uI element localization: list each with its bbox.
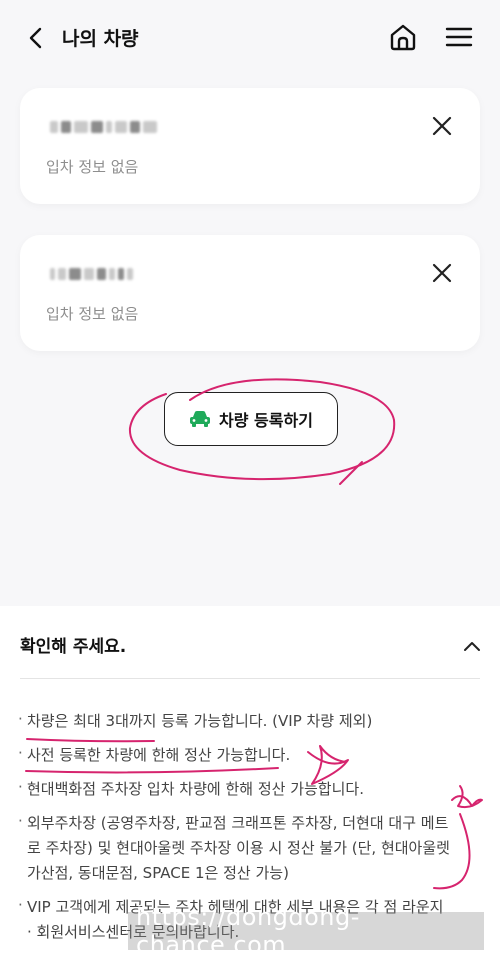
- back-button[interactable]: [20, 22, 52, 54]
- close-icon: [432, 263, 452, 283]
- page-title: 나의 차량: [62, 28, 139, 50]
- license-plate-blurred: [50, 116, 180, 138]
- home-icon: [390, 24, 416, 51]
- car-icon: [190, 411, 211, 427]
- vehicle-card[interactable]: 입차 정보 없음: [20, 235, 480, 351]
- hamburger-icon: [445, 27, 473, 47]
- vehicle-section: 나의 차량 입차 정보 없음 입차 정보 없음 차량 등록하기: [0, 0, 500, 598]
- notice-item: 차량은 최대 3대까지 등록 가능합니다. (VIP 차량 제외): [18, 707, 450, 734]
- delete-vehicle-button[interactable]: [430, 114, 454, 138]
- register-vehicle-label: 차량 등록하기: [219, 411, 313, 430]
- notice-item: 현대백화점 주차장 입차 차량에 한해 정산 가능합니다.: [18, 775, 450, 802]
- chevron-left-icon: [29, 27, 42, 49]
- menu-button[interactable]: [442, 20, 476, 54]
- register-vehicle-button[interactable]: 차량 등록하기: [164, 392, 338, 446]
- close-icon: [432, 116, 452, 136]
- watermark: https://dongdong-chance.com: [128, 903, 484, 959]
- chevron-up-icon: [464, 642, 480, 651]
- notice-toggle-button[interactable]: [460, 634, 484, 658]
- divider: [20, 678, 480, 679]
- vehicle-status: 입차 정보 없음: [46, 158, 139, 176]
- app-header: 나의 차량: [0, 0, 500, 74]
- notice-item: 외부주차장 (공영주차장, 판교점 크래프톤 주차장, 더현대 대구 메트로 주…: [18, 809, 450, 886]
- license-plate-blurred: [50, 263, 180, 285]
- delete-vehicle-button[interactable]: [430, 261, 454, 285]
- home-button[interactable]: [386, 20, 420, 54]
- vehicle-status: 입차 정보 없음: [46, 305, 139, 323]
- vehicle-card[interactable]: 입차 정보 없음: [20, 88, 480, 204]
- notice-item: 사전 등록한 차량에 한해 정산 가능합니다.: [18, 741, 450, 768]
- notice-title: 확인해 주세요.: [20, 637, 127, 657]
